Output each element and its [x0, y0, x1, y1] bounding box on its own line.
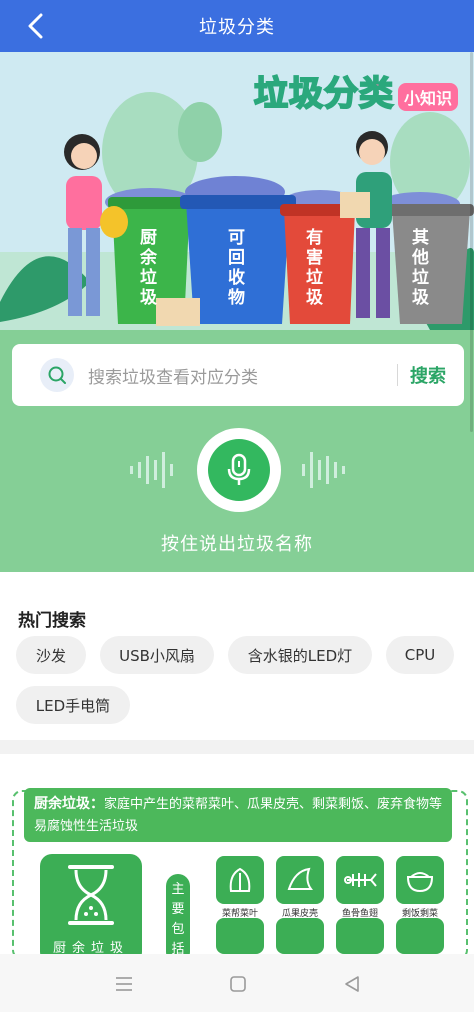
bin-label-hazardous: 有害垃圾: [306, 228, 323, 308]
fruit-peel-icon: [276, 856, 324, 904]
search-bar[interactable]: 搜索垃圾查看对应分类 搜索: [12, 344, 464, 406]
banner-title-main: 垃圾分类: [253, 73, 394, 115]
bin-label-other: 其他垃圾: [412, 228, 429, 308]
page-title: 垃圾分类: [199, 17, 275, 38]
triangle-back-icon: [345, 976, 359, 992]
category-card: 厨余垃圾：家庭中产生的菜帮菜叶、瓜果皮壳、剩菜剩饭、废弃食物等易腐蚀性生活垃圾 …: [0, 754, 474, 964]
hot-tag[interactable]: 含水银的LED灯: [228, 636, 372, 674]
fish-bone-icon: [336, 856, 384, 904]
banner-illustration: 垃圾分类 小知识 厨余垃圾 可回收物 有害垃圾 其他垃圾: [0, 52, 474, 330]
back-button[interactable]: [20, 10, 52, 42]
hourglass-icon: [68, 865, 114, 925]
square-icon: [230, 976, 246, 992]
screen: 垃圾分类 垃圾分类 小知识 厨余垃圾 可回收物 有害垃圾 其他垃圾 搜索垃圾查看…: [0, 0, 474, 1012]
microphone-icon: [227, 453, 251, 485]
category-label: 厨余垃圾：: [34, 796, 104, 812]
includes-label: 主要包括: [166, 874, 190, 964]
bread-icon: [396, 918, 444, 954]
vegetable-icon: [216, 856, 264, 904]
menu-button[interactable]: [110, 970, 138, 998]
bin-label-kitchen: 厨余垃圾: [140, 228, 157, 308]
banner-title-sub: 小知识: [397, 83, 458, 111]
section-divider: [0, 740, 474, 754]
home-button[interactable]: [224, 970, 252, 998]
system-back-button[interactable]: [338, 970, 366, 998]
search-button[interactable]: 搜索: [410, 362, 446, 388]
hot-tag[interactable]: USB小风扇: [100, 636, 214, 674]
sound-wave-left-icon: [130, 452, 173, 488]
system-nav-bar: [0, 954, 474, 1012]
bin-label-recyclable: 可回收物: [228, 228, 245, 308]
category-icon-panel: 厨余垃圾: [40, 854, 142, 964]
food-icon: [216, 918, 264, 954]
hot-tag[interactable]: LED手电筒: [16, 686, 130, 724]
herb-icon: [336, 918, 384, 954]
search-input[interactable]: 搜索垃圾查看对应分类: [88, 363, 397, 388]
banner-title: 垃圾分类 小知识: [253, 66, 458, 115]
app-header: 垃圾分类: [0, 0, 474, 52]
category-header: 厨余垃圾：家庭中产生的菜帮菜叶、瓜果皮壳、剩菜剩饭、废弃食物等易腐蚀性生活垃圾: [24, 788, 452, 842]
sound-wave-right-icon: [302, 452, 345, 488]
voice-hint: 按住说出垃圾名称: [161, 534, 313, 555]
hot-search-section: 热门搜索 沙发 USB小风扇 含水银的LED灯 CPU LED手电筒: [0, 572, 474, 740]
hot-tag[interactable]: CPU: [386, 636, 454, 674]
menu-icon: [116, 977, 132, 991]
search-divider: [397, 364, 398, 386]
hot-search-title: 热门搜索: [18, 611, 86, 631]
voice-button[interactable]: [197, 428, 281, 512]
hot-tag[interactable]: 沙发: [16, 636, 86, 674]
scrollbar[interactable]: [470, 52, 473, 432]
rice-bowl-icon: [396, 856, 444, 904]
chevron-left-icon: [28, 13, 43, 39]
plant-icon: [276, 918, 324, 954]
search-icon: [40, 358, 74, 392]
